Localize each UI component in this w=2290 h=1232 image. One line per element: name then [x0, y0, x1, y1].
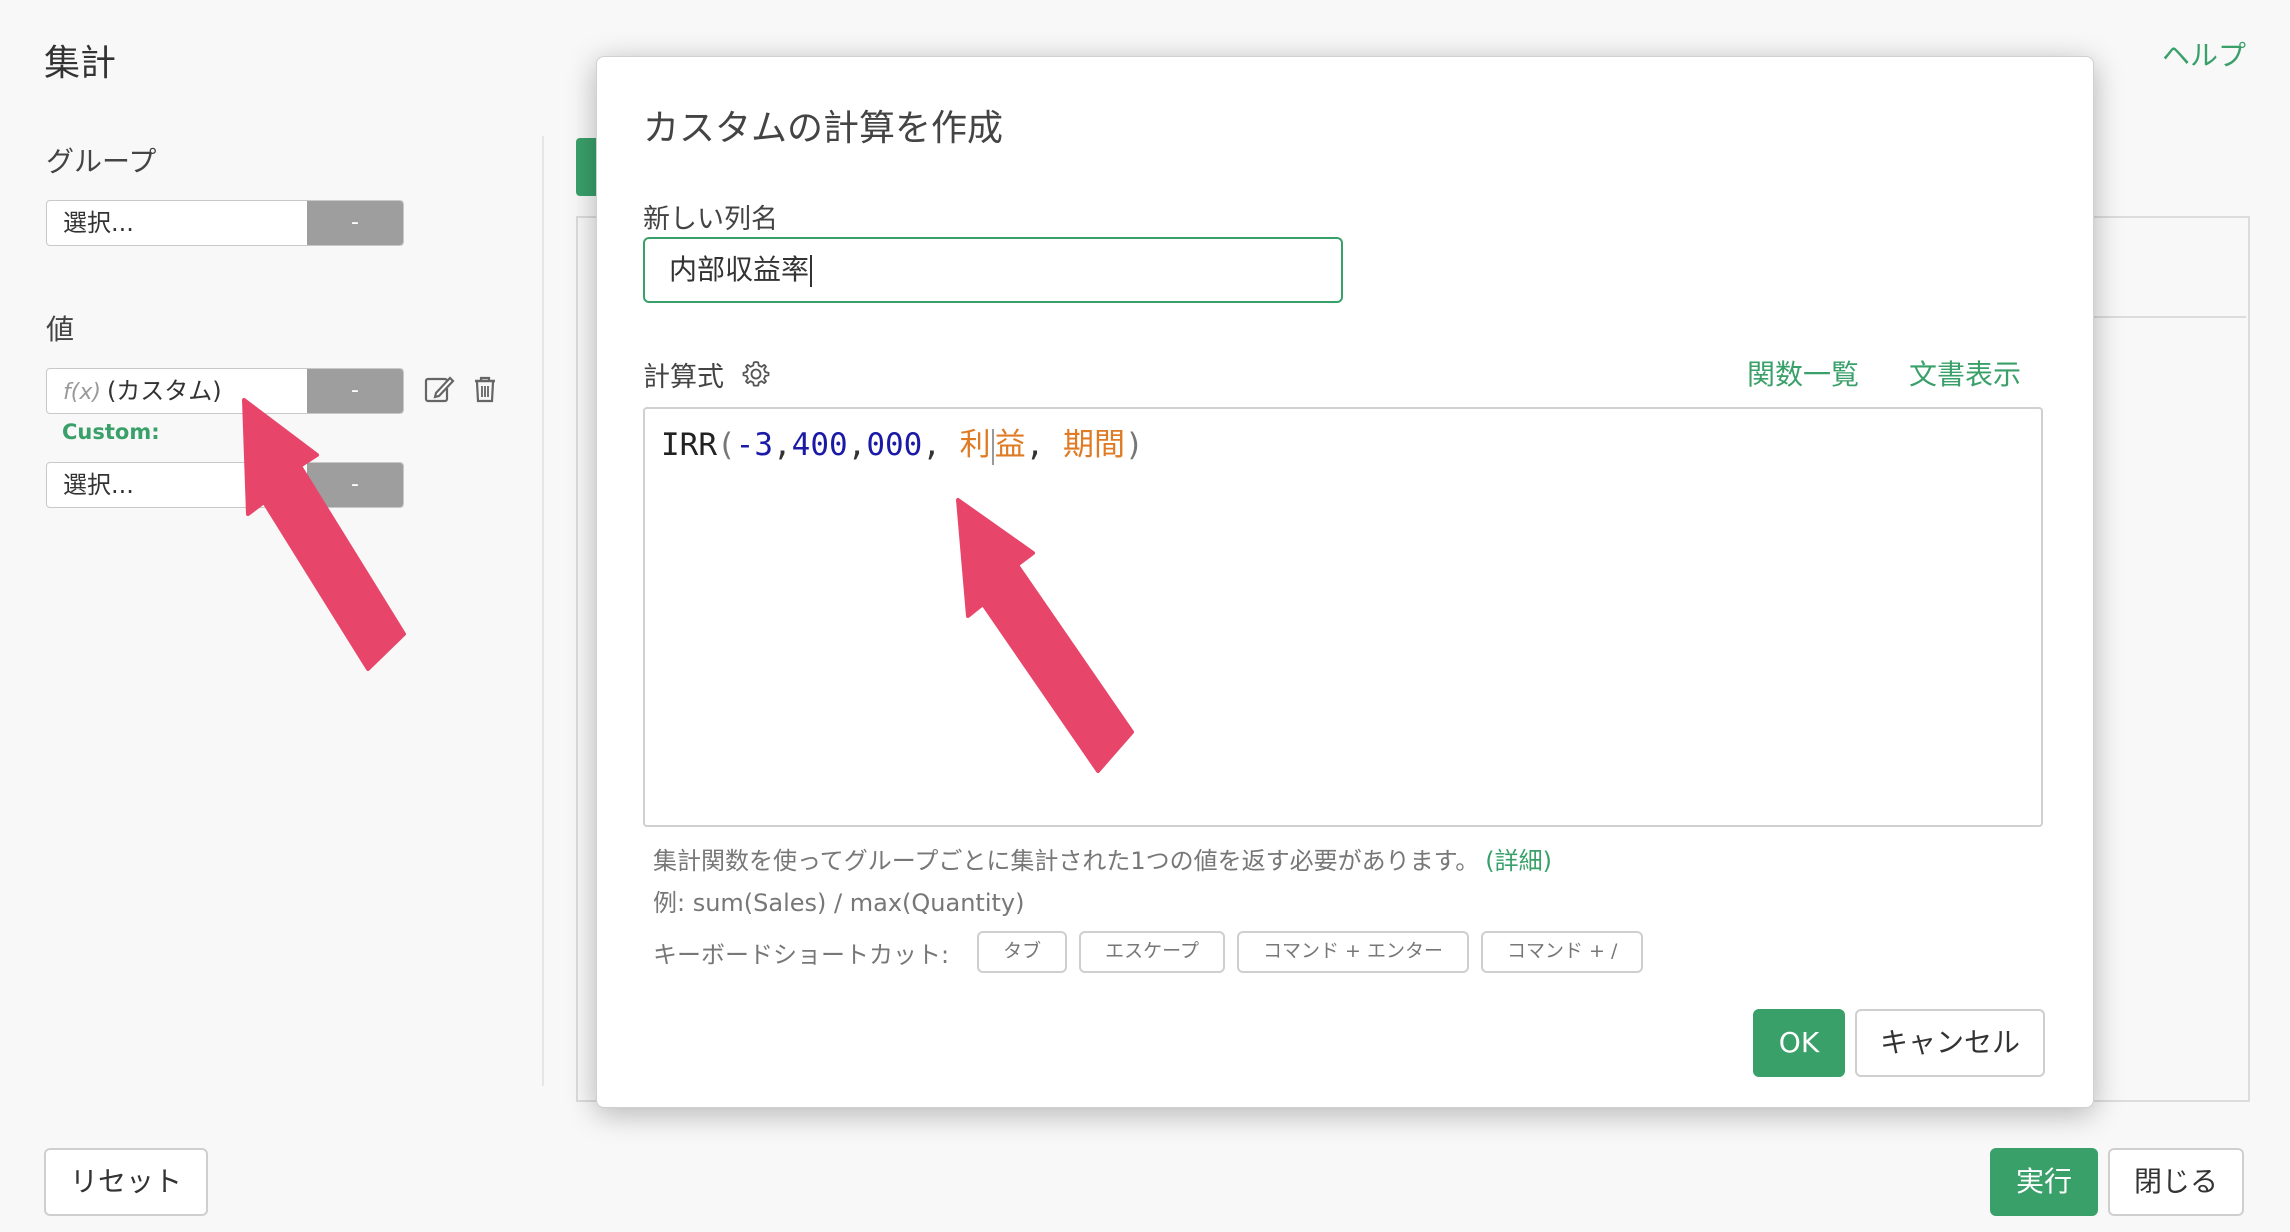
shortcut-command-slash: コマンド + / — [1480, 931, 1644, 973]
run-button[interactable]: 実行 — [1990, 1148, 2098, 1216]
formula-example: 例: sum(Sales) / max(Quantity) — [653, 889, 1025, 917]
page-title: 集計 — [44, 43, 117, 84]
formula-close-paren: ) — [1125, 427, 1144, 463]
new-column-name-input[interactable]: 内部収益率 — [643, 237, 1343, 303]
formula-comma: , — [773, 427, 792, 463]
shortcut-tab: タブ — [977, 931, 1068, 973]
value-custom-label: (カスタム) — [106, 377, 222, 405]
keyboard-shortcuts: キーボードショートカット: タブ エスケープ コマンド + エンター コマンド … — [653, 931, 1655, 973]
new-column-name-value: 内部収益率 — [669, 253, 810, 286]
value-custom-text: f(x) (カスタム) — [47, 369, 307, 413]
formula-column-ref: 益 — [994, 427, 1026, 463]
arrow-to-custom-value — [242, 398, 406, 671]
panel-divider — [542, 136, 544, 1086]
new-column-label: 新しい列名 — [643, 204, 778, 235]
value-select[interactable]: 選択... - — [46, 462, 404, 508]
dialog-title: カスタムの計算を作成 — [643, 108, 1004, 149]
formula-number: -3 — [735, 427, 773, 463]
function-list-link[interactable]: 関数一覧 — [1747, 353, 1859, 393]
formula-comma: , — [847, 427, 867, 463]
function-icon: f(x) — [63, 380, 101, 405]
formula-hint-text: 集計関数を使ってグループごとに集計された1つの値を返す必要があります。 — [653, 847, 1480, 875]
formula-number: 000 — [866, 427, 923, 463]
cancel-button[interactable]: キャンセル — [1855, 1009, 2045, 1077]
formula-editor[interactable]: IRR(-3,400,000, 利益, 期間) — [643, 407, 2043, 827]
group-select[interactable]: 選択... - — [46, 200, 404, 246]
formula-open-paren: ( — [717, 427, 736, 463]
value-select-remove-button[interactable]: - — [307, 463, 403, 507]
formula-column-ref: 期間 — [1063, 427, 1125, 463]
reset-button[interactable]: リセット — [44, 1148, 208, 1216]
group-select-value: 選択... — [63, 209, 134, 237]
help-link[interactable]: ヘルプ — [2162, 34, 2246, 74]
gear-icon[interactable] — [741, 359, 771, 389]
editor-caret — [991, 428, 994, 465]
value-select-value: 選択... — [63, 471, 134, 499]
formula-label: 計算式 — [643, 362, 724, 393]
shortcut-label: キーボードショートカット: — [653, 940, 950, 969]
value-remove-button[interactable]: - — [307, 369, 403, 413]
shortcut-escape: エスケープ — [1079, 931, 1225, 973]
formula-comma: , — [922, 427, 960, 463]
formula-number: 400 — [791, 427, 848, 463]
value-label: 値 — [46, 313, 75, 346]
detail-link[interactable]: (詳細) — [1485, 847, 1552, 875]
trash-icon[interactable] — [468, 372, 502, 406]
text-caret — [810, 255, 813, 287]
formula-hint: 集計関数を使ってグループごとに集計された1つの値を返す必要があります。 (詳細) — [653, 841, 1552, 876]
value-custom-item[interactable]: f(x) (カスタム) - — [46, 368, 404, 414]
formula-comma: , — [1025, 427, 1063, 463]
group-remove-button[interactable]: - — [307, 201, 403, 245]
edit-icon[interactable] — [422, 372, 456, 406]
group-label: グループ — [46, 145, 157, 178]
custom-calc-dialog: カスタムの計算を作成 新しい列名 内部収益率 計算式 関数一覧 文書表示 IRR… — [596, 56, 2094, 1108]
formula-column-ref: 利 — [959, 427, 991, 463]
formula-function: IRR — [661, 427, 717, 463]
background-frame-line — [2070, 316, 2246, 318]
custom-label: Custom: — [62, 420, 160, 444]
docs-link[interactable]: 文書表示 — [1909, 353, 2021, 393]
ok-button[interactable]: OK — [1753, 1009, 1845, 1077]
close-button[interactable]: 閉じる — [2108, 1148, 2244, 1216]
shortcut-command-enter: コマンド + エンター — [1236, 931, 1469, 973]
